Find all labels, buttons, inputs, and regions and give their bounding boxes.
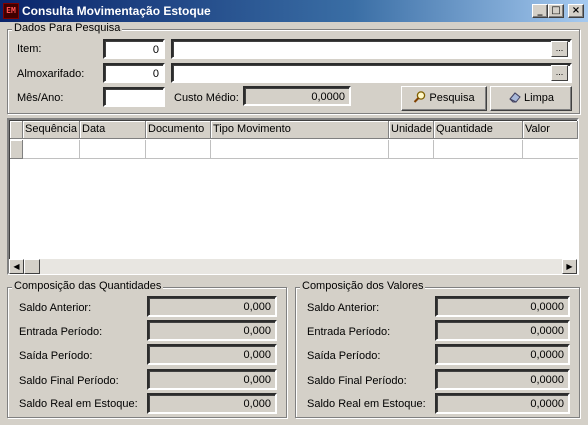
- close-button[interactable]: ×: [568, 4, 584, 18]
- grid-cell[interactable]: [211, 140, 389, 159]
- val-saldo-final-field: 0,0000: [435, 369, 570, 390]
- val-saldo-anterior-field: 0,0000: [435, 296, 570, 317]
- almoxarifado-description-field[interactable]: [171, 63, 572, 83]
- val-saldo-real-label: Saldo Real em Estoque:: [307, 398, 426, 410]
- val-saldo-anterior-label: Saldo Anterior:: [307, 302, 380, 314]
- column-header-quantidade[interactable]: Quantidade: [434, 121, 523, 139]
- limpa-button[interactable]: Limpa: [490, 86, 572, 111]
- val-saida-periodo-field: 0,0000: [435, 344, 570, 365]
- quantidades-group-legend: Composição das Quantidades: [12, 280, 164, 292]
- qtd-saldo-final-label: Saldo Final Período:: [19, 375, 119, 387]
- qtd-saida-periodo-field: 0,000: [147, 344, 277, 365]
- grid-cell[interactable]: [23, 140, 80, 159]
- qtd-saldo-real-field: 0,000: [147, 393, 277, 414]
- pesquisa-button-label: Pesquisa: [429, 92, 475, 104]
- item-label: Item:: [17, 43, 42, 55]
- item-description-field[interactable]: [171, 39, 572, 59]
- pesquisa-button[interactable]: Pesquisa: [401, 86, 487, 111]
- grid-cell[interactable]: [434, 140, 523, 159]
- val-entrada-periodo-label: Entrada Período:: [307, 326, 391, 338]
- eraser-icon: [509, 92, 521, 103]
- item-lookup-button[interactable]: ...: [551, 41, 568, 57]
- grid-cell[interactable]: [146, 140, 211, 159]
- mes-ano-label: Mês/Ano:: [17, 92, 64, 104]
- almoxarifado-code-field[interactable]: 0: [103, 63, 165, 83]
- qtd-saldo-real-label: Saldo Real em Estoque:: [19, 398, 138, 410]
- valores-group-legend: Composição dos Valores: [300, 280, 426, 292]
- val-entrada-periodo-field: 0,0000: [435, 320, 570, 341]
- scroll-right-button[interactable]: ▶: [562, 259, 577, 274]
- val-saida-periodo-label: Saída Período:: [307, 350, 381, 362]
- row-indicator[interactable]: [10, 140, 23, 159]
- val-saldo-final-label: Saldo Final Período:: [307, 375, 407, 387]
- scroll-left-button[interactable]: ◀: [9, 259, 24, 274]
- custo-medio-label: Custo Médio:: [174, 92, 239, 104]
- magnifier-icon: [414, 91, 426, 103]
- column-header-data[interactable]: Data: [80, 121, 146, 139]
- column-header-valor[interactable]: Valor: [523, 121, 578, 139]
- column-header-sequencia[interactable]: Sequência: [23, 121, 80, 139]
- qtd-saldo-final-field: 0,000: [147, 369, 277, 390]
- search-group-legend: Dados Para Pesquisa: [12, 22, 123, 34]
- qtd-saldo-anterior-field: 0,000: [147, 296, 277, 317]
- movimentacao-grid[interactable]: Sequência Data Documento Tipo Movimento …: [7, 118, 579, 275]
- minimize-button[interactable]: _: [532, 4, 548, 18]
- grid-cell[interactable]: [389, 140, 434, 159]
- qtd-saida-periodo-label: Saída Período:: [19, 350, 93, 362]
- item-code-field[interactable]: 0: [103, 39, 165, 59]
- scroll-thumb[interactable]: [24, 259, 40, 274]
- column-header-tipo-movimento[interactable]: Tipo Movimento: [211, 121, 389, 139]
- almoxarifado-label: Almoxarifado:: [17, 68, 85, 80]
- window-title: Consulta Movimentação Estoque: [22, 4, 211, 18]
- almoxarifado-lookup-button[interactable]: ...: [551, 65, 568, 81]
- qtd-entrada-periodo-field: 0,000: [147, 320, 277, 341]
- grid-cell[interactable]: [523, 140, 578, 159]
- mes-ano-field[interactable]: [103, 87, 165, 107]
- maximize-button[interactable]: □: [548, 4, 564, 18]
- qtd-saldo-anterior-label: Saldo Anterior:: [19, 302, 92, 314]
- limpa-button-label: Limpa: [524, 92, 554, 104]
- app-icon: EM: [3, 3, 19, 19]
- custo-medio-field: 0,0000: [243, 86, 351, 106]
- column-header-documento[interactable]: Documento: [146, 121, 211, 139]
- qtd-entrada-periodo-label: Entrada Período:: [19, 326, 103, 338]
- horizontal-scrollbar[interactable]: ◀ ▶: [9, 259, 577, 274]
- grid-corner-header: [10, 121, 23, 139]
- val-saldo-real-field: 0,0000: [435, 393, 570, 414]
- grid-cell[interactable]: [80, 140, 146, 159]
- column-header-unidade[interactable]: Unidade: [389, 121, 434, 139]
